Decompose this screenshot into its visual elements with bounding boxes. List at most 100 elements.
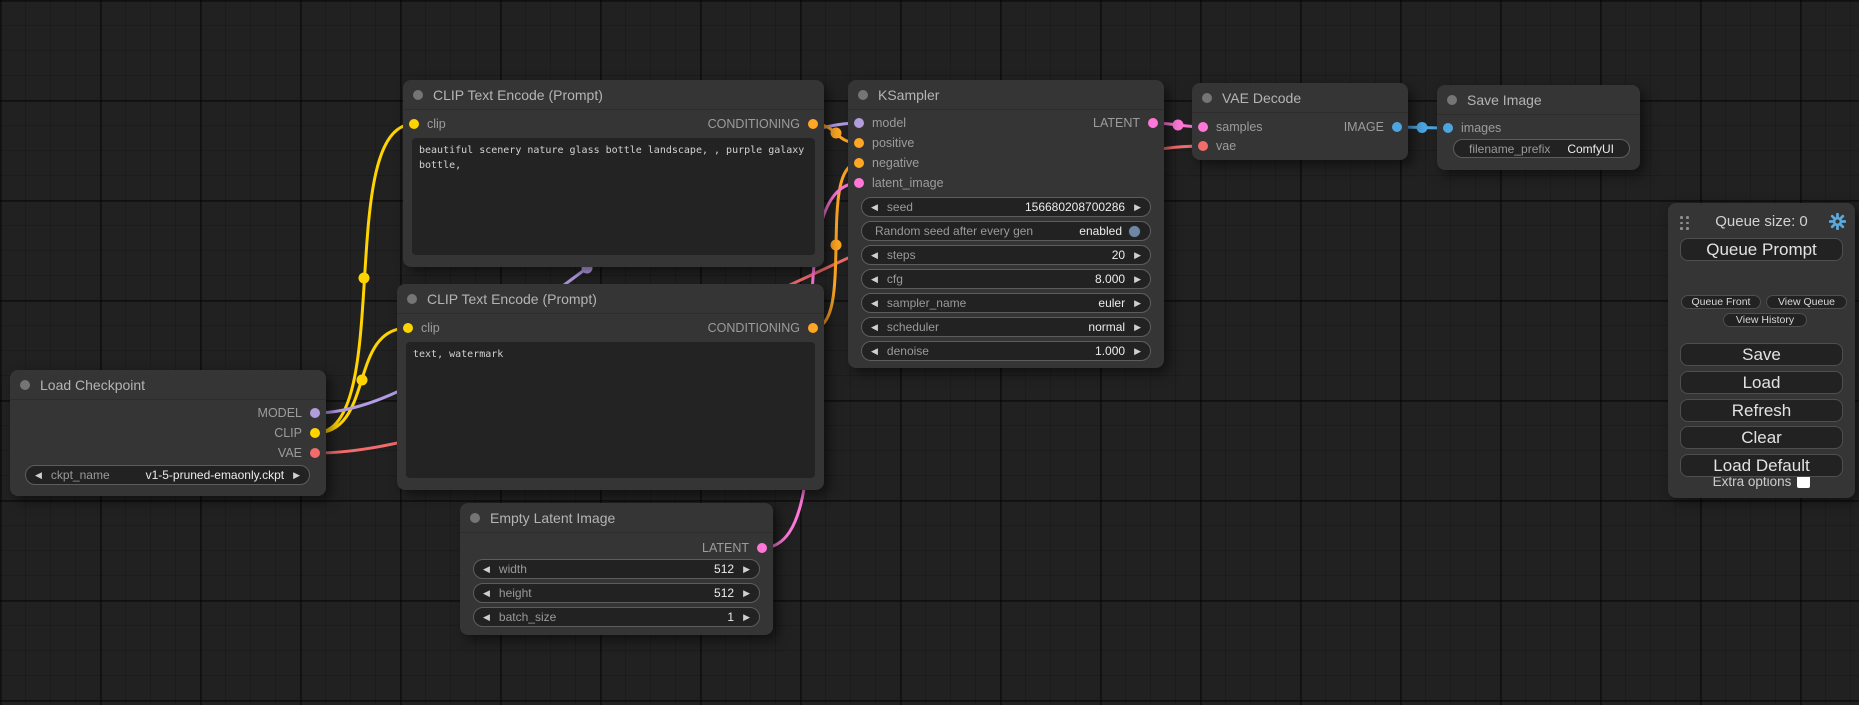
gear-icon[interactable] <box>1829 213 1846 230</box>
ckpt-name-combo[interactable]: ckpt_name v1-5-pruned-emaonly.ckpt <box>25 465 310 485</box>
sampler-name-widget[interactable]: sampler_name euler <box>861 293 1151 313</box>
right-arrow-icon[interactable] <box>743 565 750 574</box>
right-arrow-icon[interactable] <box>1134 275 1141 284</box>
clip-port-icon[interactable] <box>310 428 320 438</box>
graph-canvas[interactable]: Load Checkpoint MODEL CLIP VAE ckpt_name… <box>0 0 1859 705</box>
collapse-dot[interactable] <box>858 90 868 100</box>
input-port-clip[interactable]: clip <box>403 318 440 338</box>
output-port-conditioning[interactable]: CONDITIONING <box>708 318 818 338</box>
prompt-textarea[interactable]: text, watermark <box>406 342 815 478</box>
denoise-widget[interactable]: denoise 1.000 <box>861 341 1151 361</box>
load-button[interactable]: Load <box>1680 371 1843 394</box>
model-port-icon[interactable] <box>854 118 864 128</box>
batch-size-widget[interactable]: batch_size 1 <box>473 607 760 627</box>
vae-port-icon[interactable] <box>1198 141 1208 151</box>
node-load-checkpoint[interactable]: Load Checkpoint MODEL CLIP VAE ckpt_name… <box>10 370 326 496</box>
left-arrow-icon[interactable] <box>483 613 490 622</box>
cfg-widget[interactable]: cfg 8.000 <box>861 269 1151 289</box>
scheduler-widget[interactable]: scheduler normal <box>861 317 1151 337</box>
left-arrow-icon[interactable] <box>871 275 878 284</box>
right-arrow-icon[interactable] <box>1134 299 1141 308</box>
node-header[interactable]: Load Checkpoint <box>10 370 326 400</box>
latent-port-icon[interactable] <box>1198 122 1208 132</box>
input-port-images[interactable]: images <box>1443 118 1501 138</box>
queue-panel[interactable]: Queue size: 0 Queue Prompt Extra options… <box>1668 203 1855 498</box>
node-clip-text-encode-positive[interactable]: CLIP Text Encode (Prompt) clip CONDITION… <box>403 80 824 267</box>
random-seed-toggle-widget[interactable]: Random seed after every gen enabled <box>861 221 1151 241</box>
collapse-dot[interactable] <box>1447 95 1457 105</box>
node-header[interactable]: VAE Decode <box>1192 83 1408 113</box>
node-header[interactable]: Empty Latent Image <box>460 503 773 533</box>
input-port-model[interactable]: model <box>854 113 906 133</box>
left-arrow-icon[interactable] <box>871 203 878 212</box>
node-header[interactable]: KSampler <box>848 80 1164 110</box>
output-port-conditioning[interactable]: CONDITIONING <box>708 114 818 134</box>
clear-button[interactable]: Clear <box>1680 426 1843 449</box>
node-clip-text-encode-negative[interactable]: CLIP Text Encode (Prompt) clip CONDITION… <box>397 284 824 490</box>
node-vae-decode[interactable]: VAE Decode samples vae IMAGE <box>1192 83 1408 160</box>
left-arrow-icon[interactable] <box>871 323 878 332</box>
output-port-model[interactable]: MODEL <box>258 403 320 423</box>
collapse-dot[interactable] <box>1202 93 1212 103</box>
collapse-dot[interactable] <box>413 90 423 100</box>
load-default-button[interactable]: Load Default <box>1680 454 1843 477</box>
right-arrow-icon[interactable] <box>1134 251 1141 260</box>
input-port-clip[interactable]: clip <box>409 114 446 134</box>
input-port-vae[interactable]: vae <box>1198 136 1236 156</box>
save-button[interactable]: Save <box>1680 343 1843 366</box>
node-ksampler[interactable]: KSampler model positive negative latent_… <box>848 80 1164 368</box>
left-arrow-icon[interactable] <box>871 347 878 356</box>
clip-port-icon[interactable] <box>403 323 413 333</box>
right-arrow-icon[interactable] <box>1134 323 1141 332</box>
conditioning-port-icon[interactable] <box>808 323 818 333</box>
collapse-dot[interactable] <box>470 513 480 523</box>
toggle-enabled-icon[interactable] <box>1128 225 1141 238</box>
refresh-button[interactable]: Refresh <box>1680 399 1843 422</box>
input-port-latent-image[interactable]: latent_image <box>854 173 944 193</box>
left-arrow-icon[interactable] <box>483 589 490 598</box>
model-port-icon[interactable] <box>310 408 320 418</box>
node-save-image[interactable]: Save Image images filename_prefix ComfyU… <box>1437 85 1640 170</box>
output-port-image[interactable]: IMAGE <box>1344 117 1402 137</box>
collapse-dot[interactable] <box>20 380 30 390</box>
height-widget[interactable]: height 512 <box>473 583 760 603</box>
view-history-button[interactable]: View History <box>1723 313 1807 327</box>
output-port-latent[interactable]: LATENT <box>1093 113 1158 133</box>
right-arrow-icon[interactable] <box>743 589 750 598</box>
left-arrow-icon[interactable] <box>871 251 878 260</box>
output-port-vae[interactable]: VAE <box>278 443 320 463</box>
latent-port-icon[interactable] <box>854 178 864 188</box>
input-port-negative[interactable]: negative <box>854 153 919 173</box>
latent-port-icon[interactable] <box>757 543 767 553</box>
node-header[interactable]: CLIP Text Encode (Prompt) <box>403 80 824 110</box>
conditioning-port-icon[interactable] <box>808 119 818 129</box>
right-arrow-icon[interactable] <box>743 613 750 622</box>
queue-front-button[interactable]: Queue Front <box>1681 295 1761 309</box>
conditioning-port-icon[interactable] <box>854 158 864 168</box>
node-empty-latent-image[interactable]: Empty Latent Image LATENT width 512 heig… <box>460 503 773 635</box>
input-port-samples[interactable]: samples <box>1198 117 1263 137</box>
latent-port-icon[interactable] <box>1148 118 1158 128</box>
collapse-dot[interactable] <box>407 294 417 304</box>
node-header[interactable]: Save Image <box>1437 85 1640 115</box>
conditioning-port-icon[interactable] <box>854 138 864 148</box>
view-queue-button[interactable]: View Queue <box>1766 295 1847 309</box>
left-arrow-icon[interactable] <box>35 471 42 480</box>
steps-widget[interactable]: steps 20 <box>861 245 1151 265</box>
queue-prompt-button[interactable]: Queue Prompt <box>1680 238 1843 261</box>
left-arrow-icon[interactable] <box>483 565 490 574</box>
input-port-positive[interactable]: positive <box>854 133 914 153</box>
prompt-textarea[interactable]: beautiful scenery nature glass bottle la… <box>412 138 815 255</box>
right-arrow-icon[interactable] <box>1134 203 1141 212</box>
output-port-latent[interactable]: LATENT <box>702 538 767 558</box>
clip-port-icon[interactable] <box>409 119 419 129</box>
filename-prefix-widget[interactable]: filename_prefix ComfyUI <box>1453 139 1630 158</box>
right-arrow-icon[interactable] <box>293 471 300 480</box>
node-header[interactable]: CLIP Text Encode (Prompt) <box>397 284 824 314</box>
image-port-icon[interactable] <box>1443 123 1453 133</box>
width-widget[interactable]: width 512 <box>473 559 760 579</box>
image-port-icon[interactable] <box>1392 122 1402 132</box>
vae-port-icon[interactable] <box>310 448 320 458</box>
output-port-clip[interactable]: CLIP <box>274 423 320 443</box>
left-arrow-icon[interactable] <box>871 299 878 308</box>
